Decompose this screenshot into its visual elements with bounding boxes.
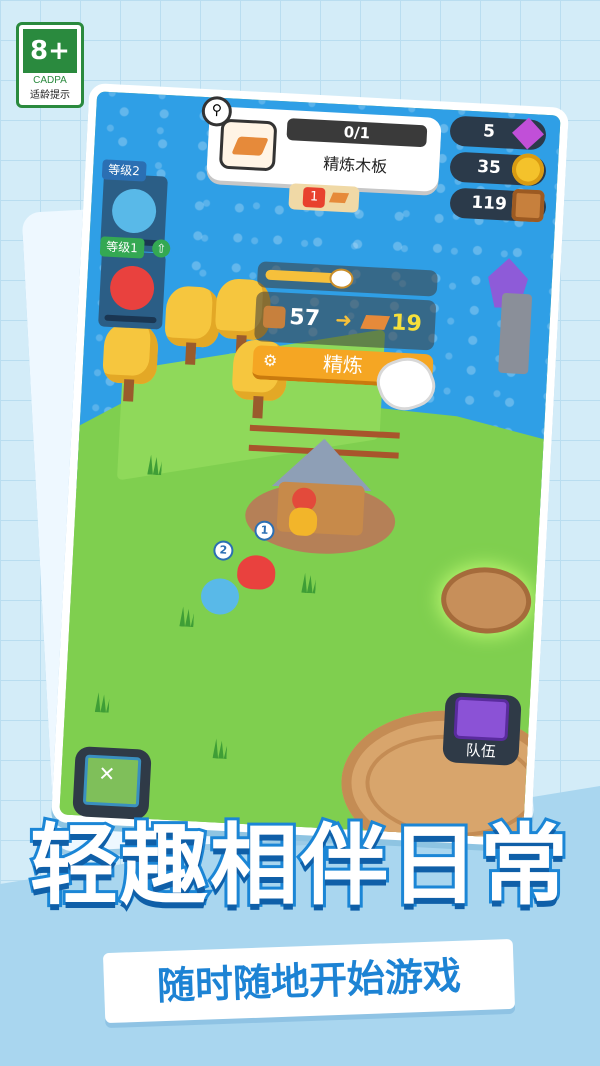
age-rating: 8+ <box>23 29 77 73</box>
coin-icon <box>511 152 545 187</box>
gem-counter[interactable]: 5 <box>449 115 547 151</box>
snake-pet-portrait <box>110 187 158 235</box>
input-amount: 57 <box>288 304 321 332</box>
wood-counter[interactable]: 119 <box>449 187 547 223</box>
tree <box>101 322 160 405</box>
team-button-label: 队伍 <box>465 741 497 761</box>
refine-progress-fill <box>265 269 336 284</box>
pet-level: 等级1 <box>99 236 145 259</box>
wood-plank-icon <box>360 314 391 330</box>
pet-health-bar <box>104 314 157 324</box>
bone-icon <box>328 268 354 290</box>
refine-button-label: 精炼 <box>322 351 364 378</box>
refine-recipe: 57 ➜ 19 <box>254 291 437 351</box>
main-slogan: 轻趣相伴日常 <box>27 811 571 920</box>
quest-reward-tag: 1 <box>288 183 360 213</box>
resource-counters: 5 35 119 <box>449 115 547 226</box>
wood-plank-icon <box>328 192 350 204</box>
arrow-right-icon: ➜ <box>334 307 353 333</box>
gear-icon: ⚙ <box>262 350 278 371</box>
wood-log-icon <box>262 305 286 329</box>
quest-panel[interactable]: ⚲ 0/1 精炼木板 <box>201 95 442 193</box>
quest-progress: 0/1 <box>286 118 428 148</box>
wood-log-icon <box>511 188 545 223</box>
gem-count: 5 <box>482 121 496 142</box>
tree <box>163 285 222 368</box>
quest-reward-count: 1 <box>302 186 326 209</box>
age-hint: 适龄提示 <box>30 90 70 101</box>
team-book-icon <box>453 696 510 742</box>
coin-count: 35 <box>476 156 502 179</box>
pet-card-red-creature[interactable]: 等级1 ⇧ <box>98 236 171 330</box>
pet-level: 等级2 <box>101 159 147 182</box>
rating-organization: CADPA <box>33 75 67 86</box>
map-marker-icon: ✕ <box>97 761 116 787</box>
quest-title: 精炼木板 <box>322 153 388 177</box>
sub-slogan-banner: 随时随地开始游戏 <box>102 938 516 1024</box>
stone-tower <box>498 292 533 375</box>
team-button[interactable]: 队伍 <box>442 692 522 766</box>
player-character[interactable] <box>284 487 323 539</box>
age-rating-badge: 8+ CADPA 适龄提示 <box>16 22 84 108</box>
gem-icon <box>511 117 545 151</box>
red-creature-portrait <box>108 264 156 312</box>
sub-slogan: 随时随地开始游戏 <box>156 953 462 1009</box>
output-amount: 19 <box>390 310 423 337</box>
quest-item-icon <box>218 118 278 172</box>
wood-plank-icon <box>231 136 269 156</box>
wood-count: 119 <box>470 192 508 215</box>
coin-counter[interactable]: 35 <box>449 151 547 187</box>
